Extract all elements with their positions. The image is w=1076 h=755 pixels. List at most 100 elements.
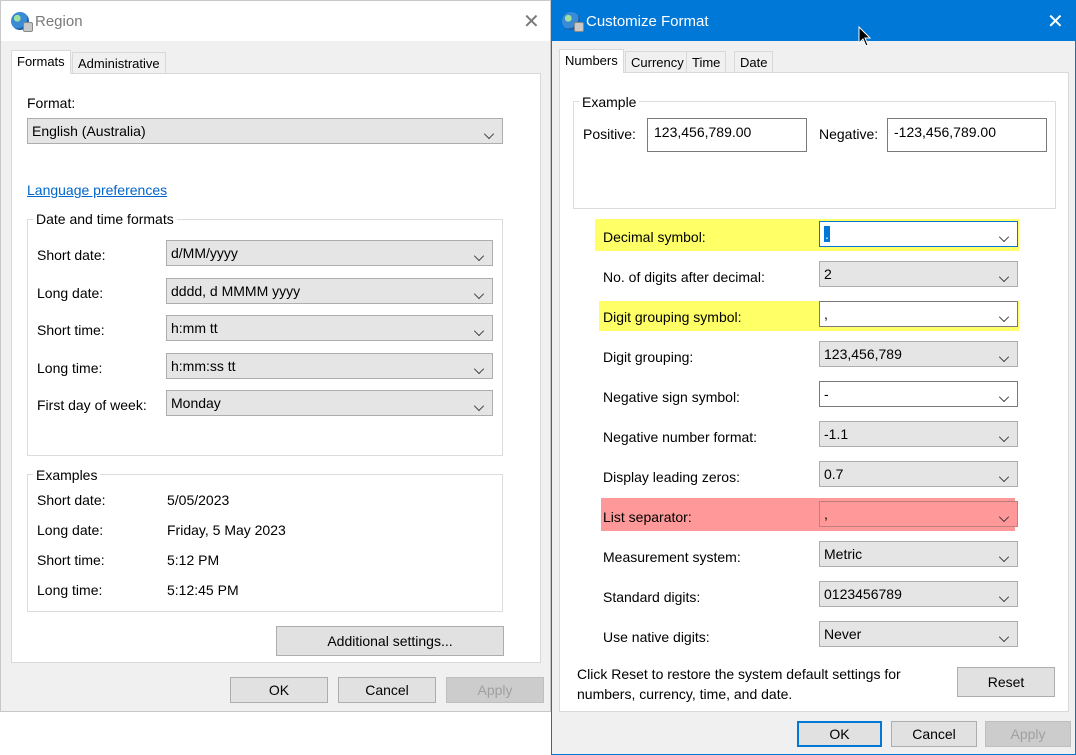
list-separator-dropdown[interactable]: , [819,501,1018,527]
example-long-date-label: Long date: [37,522,104,538]
decimal-symbol-label: Decimal symbol: [603,229,706,245]
reset-button[interactable]: Reset [957,667,1055,697]
digit-grouping-symbol-label: Digit grouping symbol: [603,309,742,325]
list-separator-label: List separator: [603,509,692,525]
negative-sign-symbol-label: Negative sign symbol: [603,389,740,405]
measurement-system-dropdown[interactable]: Metric [819,541,1018,567]
customize-cancel-button[interactable]: Cancel [891,721,977,747]
positive-value: 123,456,789.00 [654,124,752,140]
first-day-of-week-value: Monday [171,395,221,411]
digits-after-decimal-dropdown[interactable]: 2 [819,261,1018,287]
long-time-label: Long time: [37,360,103,376]
date-time-formats-title: Date and time formats [33,211,177,227]
chevron-down-icon [998,271,1010,283]
chevron-down-icon [483,128,495,140]
globe-icon [11,12,33,32]
format-label: Format: [27,95,76,111]
use-native-digits-dropdown[interactable]: Never [819,621,1018,647]
decimal-symbol-value: . [824,226,830,242]
display-leading-zeros-dropdown[interactable]: 0.7 [819,461,1018,487]
measurement-system-label: Measurement system: [603,549,741,565]
digit-grouping-label: Digit grouping: [603,349,694,365]
long-time-value: h:mm:ss tt [171,358,236,374]
negative-number-format-label: Negative number format: [603,429,758,445]
chevron-down-icon [998,351,1010,363]
tab-time[interactable]: Time [686,51,727,73]
example-short-time-label: Short time: [37,552,105,568]
example-short-time-value: 5:12 PM [167,552,220,568]
negative-label: Negative: [819,126,879,142]
region-cancel-button[interactable]: Cancel [338,677,436,703]
tab-date[interactable]: Date [734,51,774,73]
first-day-of-week-dropdown[interactable]: Monday [166,390,493,416]
positive-example: 123,456,789.00 [647,118,807,152]
close-icon[interactable]: ✕ [523,12,540,32]
customize-apply-button[interactable]: Apply [985,721,1071,747]
chevron-down-icon [473,325,485,337]
customize-format-title: Customize Format [586,13,709,30]
long-time-dropdown[interactable]: h:mm:ss tt [166,353,493,379]
example-short-date-value: 5/05/2023 [167,492,230,508]
region-ok-button[interactable]: OK [230,677,328,703]
short-date-label: Short date: [37,247,106,263]
short-date-dropdown[interactable]: d/MM/yyyy [166,240,493,266]
tab-formats[interactable]: Formats [11,50,71,74]
chevron-down-icon [998,591,1010,603]
examples-title: Examples [33,467,101,483]
language-preferences-link[interactable]: Language preferences [27,182,167,198]
standard-digits-label: Standard digits: [603,589,701,605]
display-leading-zeros-label: Display leading zeros: [603,469,740,485]
chevron-down-icon [473,288,485,300]
short-date-value: d/MM/yyyy [171,245,238,261]
short-time-dropdown[interactable]: h:mm tt [166,315,493,341]
chevron-down-icon [998,431,1010,443]
standard-digits-value: 0123456789 [824,586,902,602]
close-icon[interactable]: ✕ [1047,12,1064,32]
use-native-digits-label: Use native digits: [603,629,710,645]
first-day-of-week-label: First day of week: [37,397,147,413]
customize-format-window: Customize Format ✕ Numbers Currency Time… [551,0,1076,755]
measurement-system-value: Metric [824,546,863,562]
negative-number-format-value: -1.1 [824,426,849,442]
digits-after-decimal-label: No. of digits after decimal: [603,269,765,285]
format-dropdown[interactable]: English (Australia) [27,118,503,144]
digit-grouping-dropdown[interactable]: 123,456,789 [819,341,1018,367]
reset-help-text-line1: Click Reset to restore the system defaul… [577,666,901,682]
long-date-value: dddd, d MMMM yyyy [171,283,301,299]
tab-numbers[interactable]: Numbers [559,49,624,73]
chevron-down-icon [998,311,1010,323]
reset-help-text-line2: numbers, currency, time, and date. [577,686,793,702]
decimal-symbol-dropdown[interactable]: . [819,221,1018,247]
chevron-down-icon [473,400,485,412]
customize-format-titlebar[interactable]: Customize Format ✕ [552,1,1075,41]
tab-currency[interactable]: Currency [625,51,690,73]
positive-label: Positive: [583,126,636,142]
digit-grouping-value: 123,456,789 [824,346,902,362]
example-long-time-value: 5:12:45 PM [167,582,239,598]
example-long-time-label: Long time: [37,582,103,598]
chevron-down-icon [998,631,1010,643]
region-titlebar[interactable]: Region ✕ [1,1,550,41]
region-title: Region [35,13,83,30]
tab-administrative[interactable]: Administrative [72,52,166,74]
display-leading-zeros-value: 0.7 [824,466,844,482]
additional-settings-button[interactable]: Additional settings... [276,626,504,656]
negative-number-format-dropdown[interactable]: -1.1 [819,421,1018,447]
mouse-pointer-icon [858,26,872,47]
negative-sign-symbol-dropdown[interactable]: - [819,381,1018,407]
long-date-dropdown[interactable]: dddd, d MMMM yyyy [166,278,493,304]
format-value: English (Australia) [32,123,146,139]
list-separator-value: , [824,506,828,522]
region-window: Region ✕ Formats Administrative Format: … [0,0,551,712]
customize-ok-button[interactable]: OK [797,721,882,747]
example-long-date-value: Friday, 5 May 2023 [167,522,286,538]
chevron-down-icon [998,231,1010,243]
short-time-value: h:mm tt [171,320,218,336]
region-apply-button[interactable]: Apply [446,677,544,703]
standard-digits-dropdown[interactable]: 0123456789 [819,581,1018,607]
globe-icon [562,12,584,32]
digit-grouping-symbol-dropdown[interactable]: , [819,301,1018,327]
negative-value: -123,456,789.00 [894,124,996,140]
use-native-digits-value: Never [824,626,862,642]
chevron-down-icon [473,250,485,262]
